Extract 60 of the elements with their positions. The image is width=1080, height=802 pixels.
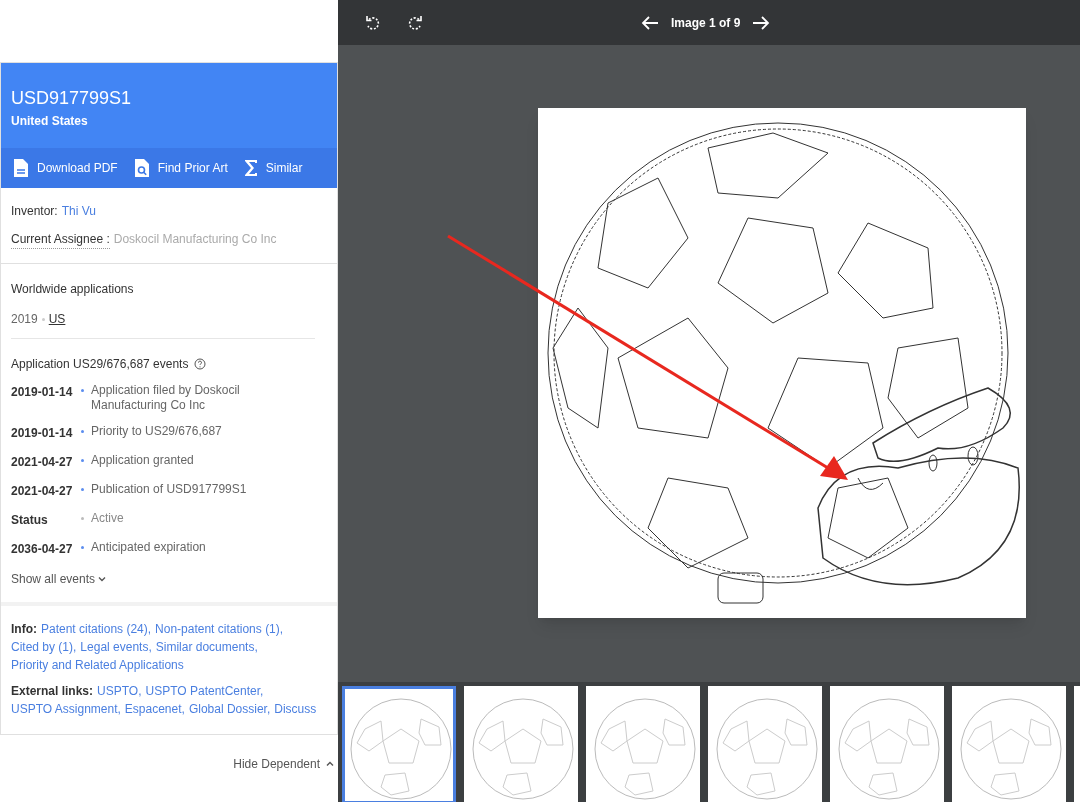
link[interactable]: Similar documents, (155, 638, 258, 656)
event-date: 2021-04-27 (11, 483, 74, 500)
show-all-events-link[interactable]: Show all events (11, 570, 96, 588)
action-button[interactable]: Find Prior Art (133, 158, 228, 178)
status-value: Active (91, 511, 125, 526)
action-button[interactable]: Download PDF (13, 158, 118, 178)
event-description: Publication of USD917799S1 (91, 482, 248, 497)
action-button[interactable]: Similar (243, 159, 303, 177)
link[interactable]: Non-patent citations (1), (155, 620, 284, 638)
chevron-down-icon (98, 576, 107, 582)
event-description: Application filed by Doskocil Manufacturing Co Inc (91, 383, 241, 413)
link[interactable]: Patent citations (24), (41, 620, 152, 638)
link[interactable]: Legal events, (80, 638, 152, 656)
chevron-up-icon (326, 761, 334, 767)
bullet-icon (81, 517, 84, 520)
file-icon (13, 158, 29, 178)
link[interactable]: Global Dossier, (188, 700, 271, 718)
event-date: 2021-04-27 (11, 454, 74, 471)
rotate-left-icon[interactable] (364, 13, 382, 32)
inventor-link[interactable]: Thi Vu (61, 202, 96, 220)
bullet-icon (81, 389, 84, 392)
patent-number: USD917799S1 (11, 87, 133, 109)
link[interactable]: Priority and Related Applications (11, 656, 184, 674)
event-description: Application granted (91, 453, 195, 468)
previous-arrow-icon[interactable] (641, 14, 659, 31)
sigma-icon (243, 159, 258, 177)
links-label: Info: (11, 621, 37, 638)
assignee-label: Current Assignee : (11, 230, 110, 249)
link[interactable]: Discuss (274, 700, 317, 718)
country-label: United States (11, 113, 89, 130)
bullet-icon (81, 459, 84, 462)
help-icon[interactable] (194, 358, 207, 370)
inventor-label: Inventor: (11, 203, 58, 220)
link[interactable]: USPTO PatentCenter, (145, 682, 264, 700)
application-year: 2019 (11, 311, 38, 328)
event-date: 2036-04-27 (11, 541, 74, 558)
link[interactable]: USPTO, (97, 682, 142, 700)
document-search-icon (133, 158, 150, 178)
thumbnail[interactable] (342, 686, 456, 802)
link[interactable]: USPTO Assignment, (11, 700, 121, 718)
bullet-icon (81, 430, 84, 433)
hide-dependent-button[interactable]: Hide Dependent (233, 755, 320, 773)
rotate-right-icon[interactable] (406, 13, 424, 32)
country-link[interactable]: US (48, 310, 66, 328)
links-label: External links: (11, 683, 94, 700)
event-description: Priority to US29/676,687 (91, 424, 223, 439)
bullet-icon (41, 317, 45, 321)
section-title: Worldwide applications (11, 281, 135, 298)
event-date: 2019-01-14 (11, 425, 74, 442)
link[interactable]: Cited by (1), (11, 638, 77, 656)
bullet-icon (81, 488, 84, 491)
image-counter: Image 1 of 9 (671, 14, 741, 32)
status-label: Status (11, 512, 49, 529)
event-date: 2019-01-14 (11, 384, 74, 401)
link[interactable]: Espacenet, (124, 700, 185, 718)
section-title: Application US29/676,687 events (11, 356, 189, 373)
next-arrow-icon[interactable] (752, 14, 771, 31)
assignee-name: Doskocil Manufacturing Co Inc (113, 231, 277, 248)
bullet-icon (81, 546, 84, 549)
event-description: Anticipated expiration (91, 540, 207, 555)
